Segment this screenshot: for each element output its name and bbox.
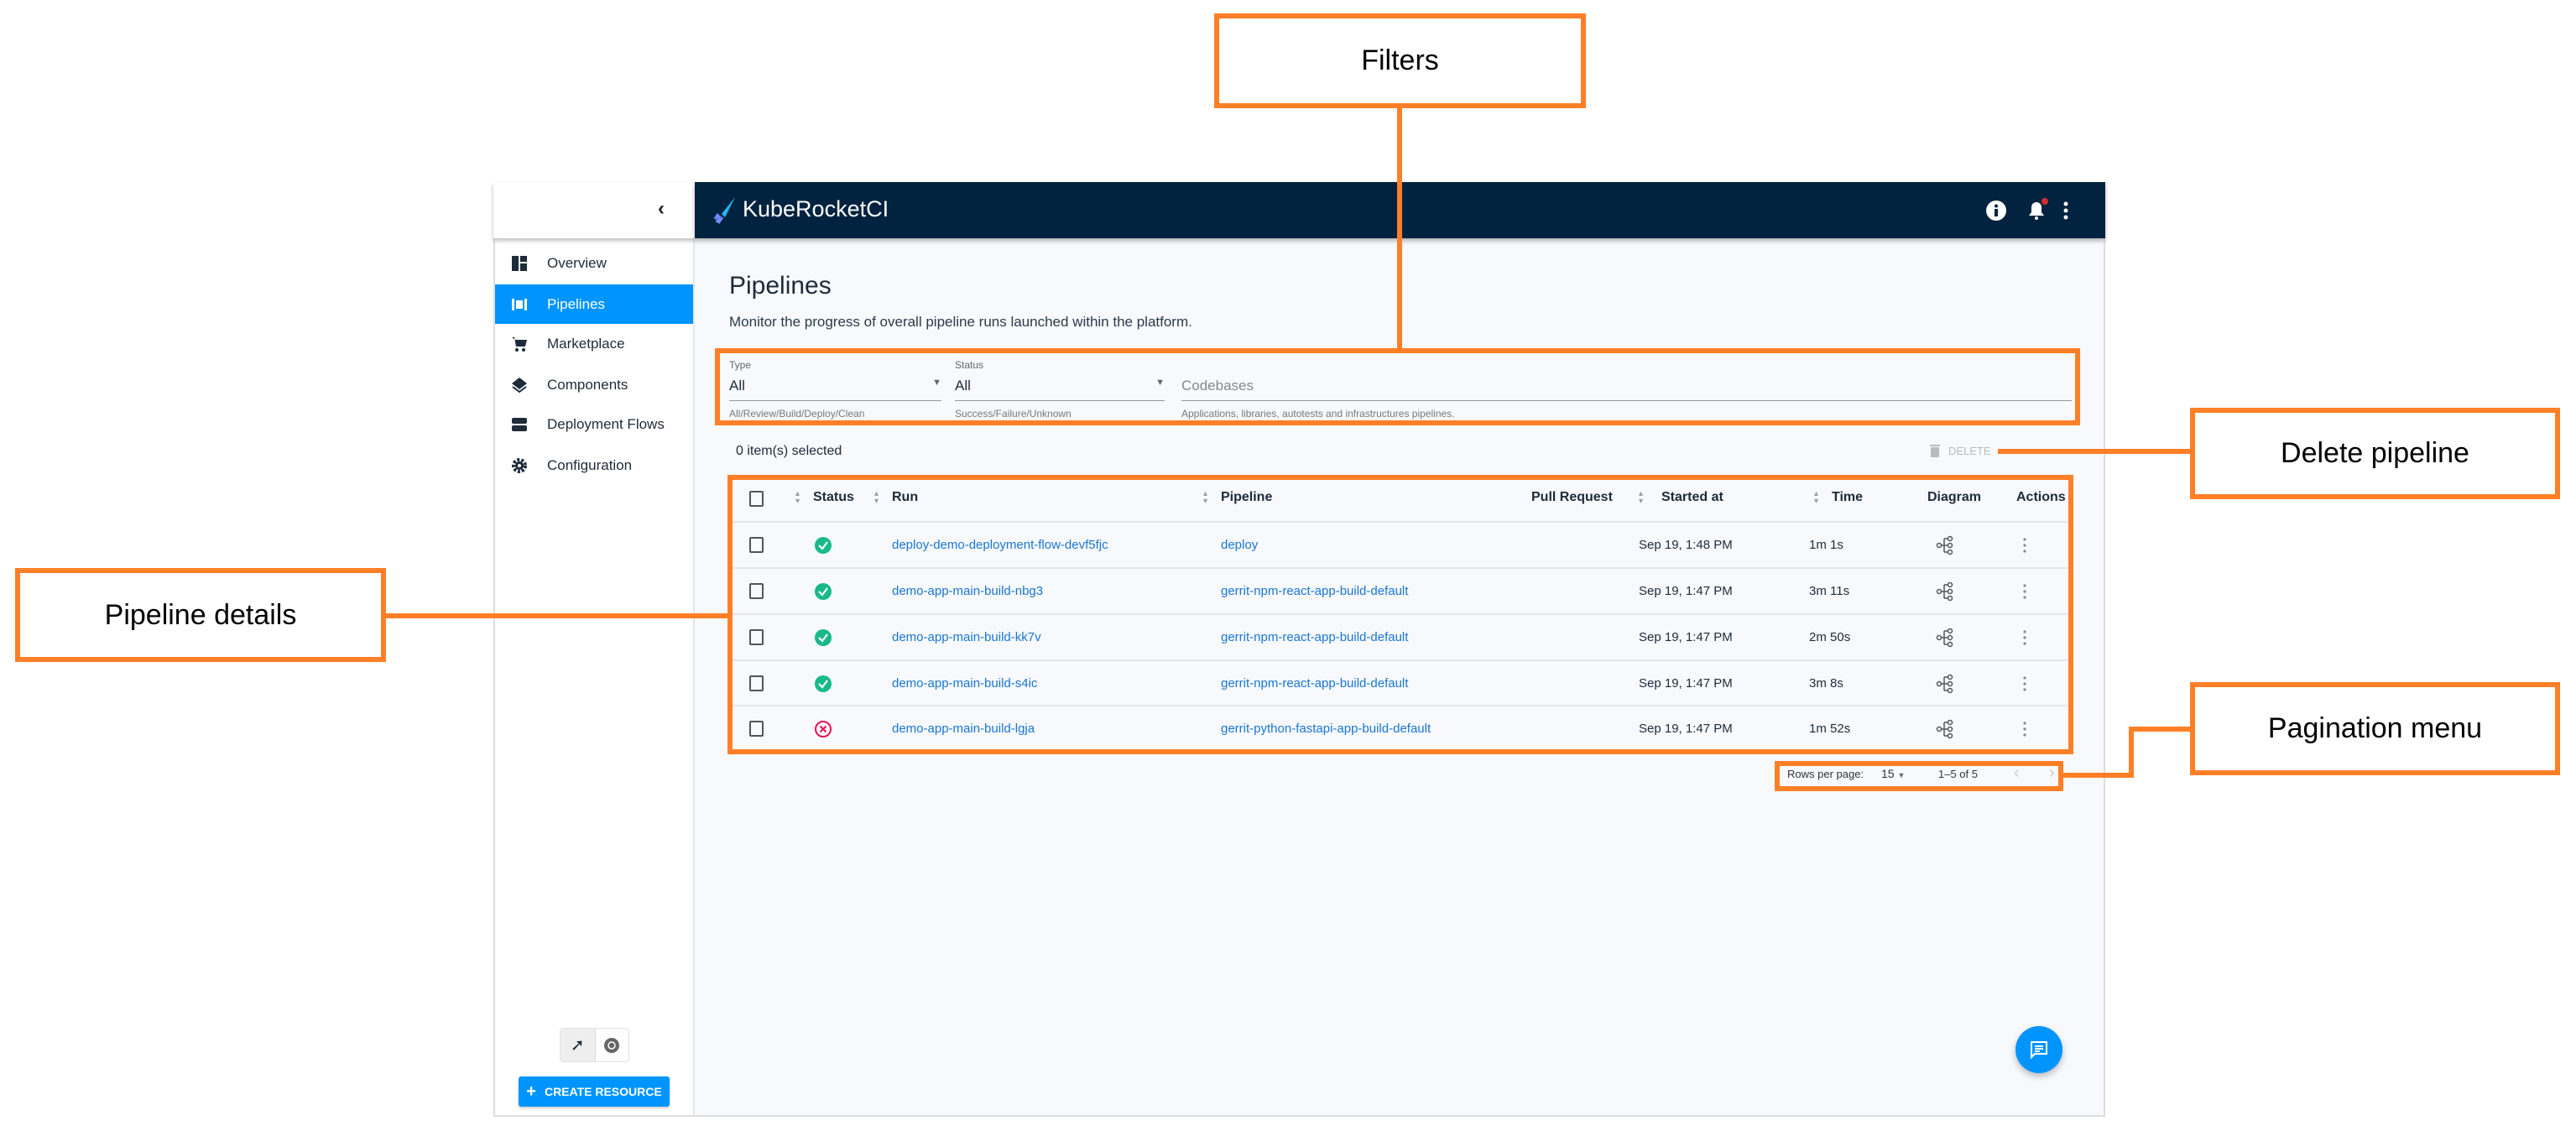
sidebar-item-label: Overview	[547, 254, 607, 271]
delete-connector	[1998, 449, 2190, 454]
mode-toggle-group: ➚	[560, 1028, 629, 1062]
dashboard-icon	[510, 254, 529, 273]
filters-connector	[1397, 108, 1402, 348]
cart-icon	[510, 335, 529, 353]
layers-icon	[510, 376, 529, 394]
sidebar-item-components[interactable]: Components	[495, 365, 693, 404]
sidebar-item-label: Marketplace	[547, 335, 625, 352]
page-title: Pipelines	[729, 272, 832, 300]
pipelines-icon	[510, 295, 529, 314]
pagination-connector-c	[2129, 727, 2190, 732]
sidebar-item-label: Configuration	[547, 456, 633, 473]
app-title: KubeRocketCI	[743, 196, 889, 222]
callout-filters: Filters	[1214, 13, 1586, 108]
sidebar-item-overview[interactable]: Overview	[495, 243, 693, 283]
plus-icon: +	[526, 1081, 536, 1101]
pagination-connector-a	[2063, 773, 2134, 778]
sidebar-item-configuration[interactable]: Configuration	[495, 446, 693, 485]
trash-icon	[1930, 445, 1940, 457]
sidebar-item-pipelines[interactable]: Pipelines	[495, 284, 693, 324]
kubernetes-icon	[604, 1037, 620, 1053]
chat-fab-button[interactable]	[2015, 1026, 2062, 1073]
deployment-flows-icon	[510, 415, 529, 434]
details-connector	[386, 613, 727, 618]
callout-pagination: Pagination menu	[2190, 682, 2560, 775]
sidebar-item-label: Components	[547, 376, 628, 393]
rocket-logo-icon	[713, 197, 735, 224]
table-highlight	[727, 475, 2073, 754]
sidebar-top: ‹	[493, 182, 695, 238]
chat-icon	[2031, 1041, 2047, 1059]
sidebar-item-label: Deployment Flows	[547, 415, 665, 432]
delete-label: DELETE	[1948, 444, 1991, 457]
sidebar-item-deployment-flows[interactable]: Deployment Flows	[495, 404, 693, 444]
sidebar-item-marketplace[interactable]: Marketplace	[495, 324, 693, 363]
page-subtitle: Monitor the progress of overall pipeline…	[729, 314, 1192, 330]
more-menu-icon[interactable]	[2062, 201, 2069, 221]
info-icon[interactable]	[1985, 200, 2007, 222]
pagination-highlight	[1775, 761, 2063, 791]
callout-delete: Delete pipeline	[2190, 408, 2560, 499]
kubernetes-mode-button[interactable]	[594, 1029, 629, 1061]
create-resource-button[interactable]: + CREATE RESOURCE	[519, 1076, 670, 1107]
rocket-icon: ➚	[570, 1036, 585, 1055]
sidebar-item-label: Pipelines	[547, 295, 605, 312]
delete-button[interactable]: DELETE	[1930, 444, 1991, 457]
selection-count: 0 item(s) selected	[736, 444, 842, 458]
create-resource-label: CREATE RESOURCE	[544, 1085, 662, 1098]
portal-mode-button[interactable]: ➚	[561, 1029, 595, 1061]
notifications-bell-icon[interactable]	[2024, 197, 2049, 222]
filters-highlight	[715, 348, 2080, 425]
callout-pipeline-details: Pipeline details	[15, 568, 386, 662]
gear-icon	[510, 456, 529, 475]
pagination-connector-b	[2129, 727, 2134, 778]
collapse-sidebar-button[interactable]: ‹	[658, 197, 665, 221]
